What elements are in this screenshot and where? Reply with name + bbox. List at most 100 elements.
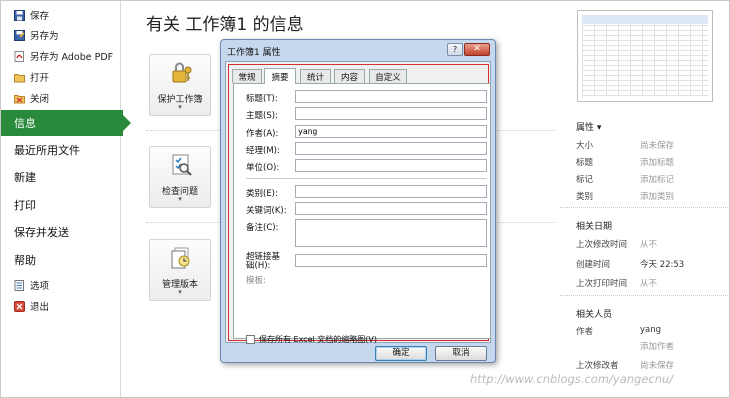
close-button[interactable]: ✕: [464, 43, 490, 56]
watermark: http://www.cnblogs.com/yangecnu/: [470, 372, 674, 386]
nav-options[interactable]: 选项: [1, 275, 121, 295]
author-value[interactable]: yang: [640, 325, 661, 335]
nav-save-send[interactable]: 保存并发送: [1, 219, 123, 245]
document-thumbnail: [577, 10, 713, 102]
nav-new-label: 新建: [14, 171, 36, 184]
nav-save-as-pdf-label: 另存为 Adobe PDF: [30, 52, 114, 63]
subject-field[interactable]: [295, 107, 487, 120]
nav-recent-label: 最近所用文件: [14, 144, 80, 157]
add-author-link[interactable]: 添加作者: [640, 340, 674, 352]
template-label: 模板:: [246, 276, 266, 286]
close-folder-icon: [14, 94, 25, 103]
cancel-button[interactable]: 取消: [435, 346, 487, 361]
open-folder-icon: [14, 73, 25, 82]
date-printed-key: 上次打印时间: [576, 279, 628, 289]
nav-close[interactable]: 关闭: [1, 88, 121, 108]
summary-tab-pane: 标题(T): 主题(S): 作者(A): yang 经理(M): 单位(O): …: [233, 83, 491, 344]
category-field[interactable]: [295, 185, 487, 198]
field-label-author: 作者(A):: [246, 129, 279, 139]
prop-category-key: 类别: [576, 192, 594, 202]
chevron-down-icon: ▾: [178, 195, 182, 203]
prop-size-key: 大小: [576, 141, 594, 151]
chevron-down-icon: ▾: [178, 288, 182, 296]
checklist-icon: [172, 154, 192, 176]
nav-open-label: 打开: [30, 73, 50, 84]
field-label-comments: 备注(C):: [246, 223, 279, 233]
nav-save-as-label: 另存为: [30, 31, 59, 42]
nav-info-label: 信息: [14, 117, 36, 130]
nav-new[interactable]: 新建: [1, 164, 123, 190]
dialog-body: 常规 摘要 统计 内容 自定义 标题(T): 主题(S): 作者(A): yan…: [225, 61, 491, 344]
save-thumbnail-label: 保存所有 Excel 文档的缩略图(V): [259, 335, 377, 344]
nav-print[interactable]: 打印: [1, 192, 123, 218]
dialog-title: 工作簿1 属性: [227, 48, 281, 58]
tab-contents[interactable]: 内容: [334, 69, 365, 83]
pdf-icon: [14, 50, 24, 62]
tab-custom[interactable]: 自定义: [369, 69, 407, 83]
nav-save-as-pdf[interactable]: 另存为 Adobe PDF: [1, 46, 121, 66]
prop-size-value: 尚未保存: [640, 141, 675, 151]
nav-save[interactable]: 保存: [1, 5, 121, 25]
help-button[interactable]: ?: [447, 43, 463, 56]
people-header: 相关人员: [576, 310, 613, 320]
lock-key-icon: [172, 62, 192, 83]
workbook-properties-dialog: 工作簿1 属性 ? ✕ 常规 摘要 统计 内容 自定义 标题(T): 主题(S)…: [220, 39, 496, 363]
nav-save-label: 保存: [30, 11, 50, 22]
field-label-keywords: 关键词(K):: [246, 206, 287, 216]
company-field[interactable]: [295, 159, 487, 172]
nav-print-label: 打印: [14, 199, 36, 212]
author-field[interactable]: yang: [295, 125, 487, 138]
save-thumbnail-checkbox[interactable]: 保存所有 Excel 文档的缩略图(V): [246, 334, 377, 345]
date-modified-value: 从不: [640, 240, 658, 250]
nav-info[interactable]: 信息: [1, 110, 131, 136]
last-modified-by-value: 尚未保存: [640, 361, 675, 371]
prop-tags-value[interactable]: 添加标记: [640, 173, 674, 185]
dates-header: 相关日期: [576, 222, 613, 232]
nav-help[interactable]: 帮助: [1, 247, 123, 273]
comments-field[interactable]: [295, 219, 487, 247]
prop-title-key: 标题: [576, 158, 594, 168]
versions-icon: [171, 247, 190, 269]
tab-statistics[interactable]: 统计: [300, 69, 331, 83]
properties-header[interactable]: 属性 ▾: [576, 120, 601, 133]
nav-help-label: 帮助: [14, 254, 36, 267]
save-as-icon: [14, 29, 25, 41]
backstage-nav: 保存 另存为 另存为 Adobe PDF 打开 关闭 信息 最近所用文件 新建 …: [1, 1, 131, 397]
nav-exit-label: 退出: [30, 302, 50, 313]
exit-icon: [14, 300, 25, 312]
field-label-manager: 经理(M):: [246, 146, 280, 156]
protect-workbook-button[interactable]: 保护工作簿 ▾: [149, 54, 211, 116]
nav-close-label: 关闭: [30, 94, 50, 105]
checkbox-box[interactable]: [246, 335, 255, 344]
save-icon: [14, 9, 25, 21]
hyperlink-base-field[interactable]: [295, 254, 487, 267]
prop-category-value[interactable]: 添加类别: [640, 190, 674, 202]
author-key: 作者: [576, 327, 594, 337]
last-modified-by-key: 上次修改者: [576, 361, 619, 371]
nav-recent[interactable]: 最近所用文件: [1, 137, 123, 163]
field-label-company: 单位(O):: [246, 163, 280, 173]
nav-options-label: 选项: [30, 281, 50, 292]
check-issues-button[interactable]: 检查问题 ▾: [149, 146, 211, 208]
options-icon: [14, 279, 24, 291]
prop-tags-key: 标记: [576, 175, 594, 185]
title-field[interactable]: [295, 90, 487, 103]
tab-general[interactable]: 常规: [232, 69, 262, 83]
keywords-field[interactable]: [295, 202, 487, 215]
manager-field[interactable]: [295, 142, 487, 155]
section-divider: [560, 295, 730, 296]
ok-button[interactable]: 确定: [375, 346, 427, 361]
nav-exit[interactable]: 退出: [1, 296, 121, 316]
nav-open[interactable]: 打开: [1, 67, 121, 87]
chevron-down-icon: ▾: [178, 103, 182, 111]
field-label-title: 标题(T):: [246, 94, 278, 104]
nav-save-send-label: 保存并发送: [14, 226, 69, 239]
field-label-category: 类别(E):: [246, 189, 278, 199]
manage-versions-button[interactable]: 管理版本 ▾: [149, 239, 211, 301]
tab-summary[interactable]: 摘要: [264, 68, 296, 84]
date-created-value: 今天 22:53: [640, 260, 685, 270]
nav-save-as[interactable]: 另存为: [1, 25, 121, 45]
field-label-hyperlink-base: 超链接基础(H):: [246, 252, 281, 271]
field-divider: [246, 178, 487, 179]
prop-title-value[interactable]: 添加标题: [640, 156, 674, 168]
